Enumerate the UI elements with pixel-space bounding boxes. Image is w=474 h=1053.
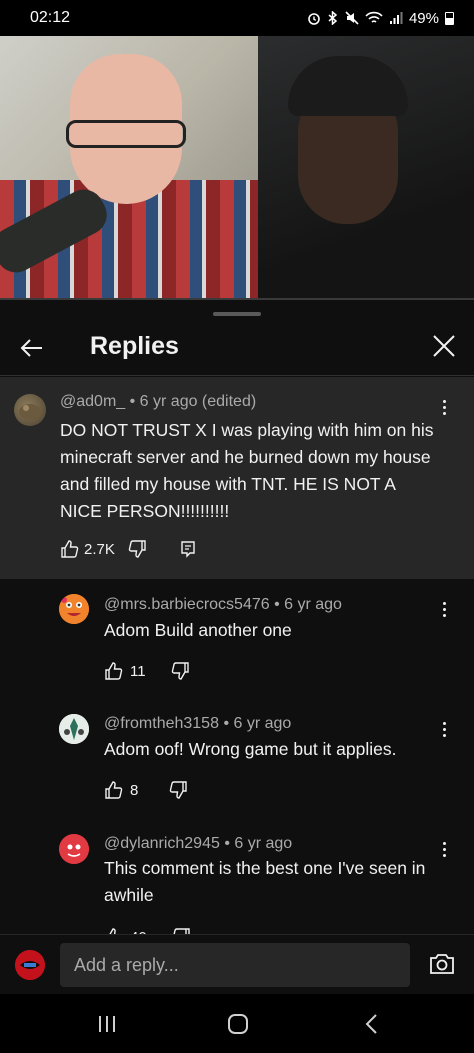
avatar[interactable] — [59, 714, 89, 744]
signal-icon — [389, 12, 403, 24]
like-icon[interactable] — [60, 539, 80, 559]
status-bar: 02:12 49% — [0, 0, 474, 36]
status-right: 49% — [307, 10, 454, 27]
alarm-icon — [308, 13, 320, 25]
comment-meta: • 6 yr ago — [274, 596, 342, 613]
battery-icon — [445, 11, 454, 25]
like-icon[interactable] — [104, 661, 124, 681]
avatar-image — [59, 714, 89, 744]
avatar-image — [15, 950, 45, 980]
comment-header: @dylanrich2945 • 6 yr ago — [104, 835, 292, 853]
reply-icon[interactable] — [179, 540, 197, 558]
avatar[interactable] — [15, 950, 45, 980]
back-icon[interactable] — [360, 1012, 386, 1036]
more-options-icon[interactable] — [434, 839, 454, 859]
like-count: 8 — [130, 781, 139, 799]
avatar[interactable] — [59, 594, 89, 624]
comment-text: Adom oof! Wrong game but it applies. — [104, 739, 397, 759]
status-icons — [307, 11, 403, 25]
avatar[interactable] — [59, 834, 89, 864]
like-count: 11 — [130, 662, 146, 680]
like-icon[interactable] — [104, 780, 124, 800]
panel-title: Replies — [90, 332, 179, 360]
battery-percentage: 49% — [408, 9, 439, 27]
system-nav-bar — [0, 994, 474, 1053]
replies-panel: Replies @ad0m_ • 6 yr ago (edited) DO NO… — [0, 300, 474, 934]
more-options-icon[interactable] — [434, 599, 454, 619]
avatar-image — [19, 404, 41, 420]
avatar[interactable] — [14, 394, 46, 426]
bluetooth-icon — [328, 11, 338, 25]
dislike-icon[interactable] — [170, 661, 190, 681]
comment-meta: • 6 yr ago — [224, 835, 293, 852]
drag-handle[interactable] — [213, 312, 261, 316]
comment-meta: • 6 yr ago — [223, 715, 292, 732]
dislike-icon[interactable] — [168, 780, 188, 800]
avatar-image — [59, 834, 89, 864]
parent-comment: @ad0m_ • 6 yr ago (edited) DO NOT TRUST … — [0, 377, 474, 579]
comment-handle[interactable]: @dylanrich2945 — [104, 835, 220, 852]
close-icon[interactable] — [430, 332, 458, 360]
arrow-left-icon[interactable] — [18, 334, 46, 362]
reply-input[interactable] — [60, 943, 410, 987]
more-options-icon[interactable] — [434, 719, 454, 739]
video-right-frame — [258, 36, 474, 300]
comment-meta: • 6 yr ago (edited) — [129, 393, 257, 410]
comment-actions: 11 — [104, 661, 190, 681]
comment-handle[interactable]: @ad0m_ — [60, 393, 125, 410]
comment-handle[interactable]: @mrs.barbiecrocs5476 — [104, 596, 270, 613]
dislike-icon[interactable] — [127, 539, 147, 559]
more-options-icon[interactable] — [434, 397, 454, 417]
mute-icon — [345, 11, 359, 25]
like-icon[interactable] — [104, 927, 124, 934]
comment-header: @fromtheh3158 • 6 yr ago — [104, 715, 291, 733]
panel-header: Replies — [0, 324, 474, 376]
comment-header: @ad0m_ • 6 yr ago (edited) — [60, 393, 256, 411]
glasses-shape — [66, 120, 186, 148]
wifi-icon — [365, 11, 383, 23]
comment-text: DO NOT TRUST X I was playing with him on… — [60, 420, 434, 521]
reply-bar — [0, 934, 474, 994]
status-time: 02:12 — [30, 9, 71, 26]
comment-actions: 40 — [104, 927, 191, 934]
comment-header: @mrs.barbiecrocs5476 • 6 yr ago — [104, 596, 342, 614]
comment-text: This comment is the best one I've seen i… — [104, 858, 426, 905]
camera-icon[interactable] — [428, 951, 456, 977]
reply-item: @mrs.barbiecrocs5476 • 6 yr ago Adom Bui… — [0, 579, 474, 699]
reply-item: @dylanrich2945 • 6 yr ago This comment i… — [0, 819, 474, 934]
avatar-image — [59, 594, 89, 624]
video-left-frame — [0, 36, 258, 300]
video-player[interactable] — [0, 36, 474, 300]
home-icon[interactable] — [225, 1012, 251, 1036]
comment-actions: 8 — [104, 780, 188, 800]
like-count: 2.7K — [84, 540, 115, 558]
comment-handle[interactable]: @fromtheh3158 — [104, 715, 219, 732]
hair-shape — [288, 56, 408, 116]
recent-apps-icon[interactable] — [94, 1012, 120, 1036]
dislike-icon[interactable] — [171, 927, 191, 934]
reply-item: @fromtheh3158 • 6 yr ago Adom oof! Wrong… — [0, 699, 474, 819]
comment-text: Adom Build another one — [104, 620, 292, 640]
comment-actions: 2.7K — [60, 539, 197, 559]
